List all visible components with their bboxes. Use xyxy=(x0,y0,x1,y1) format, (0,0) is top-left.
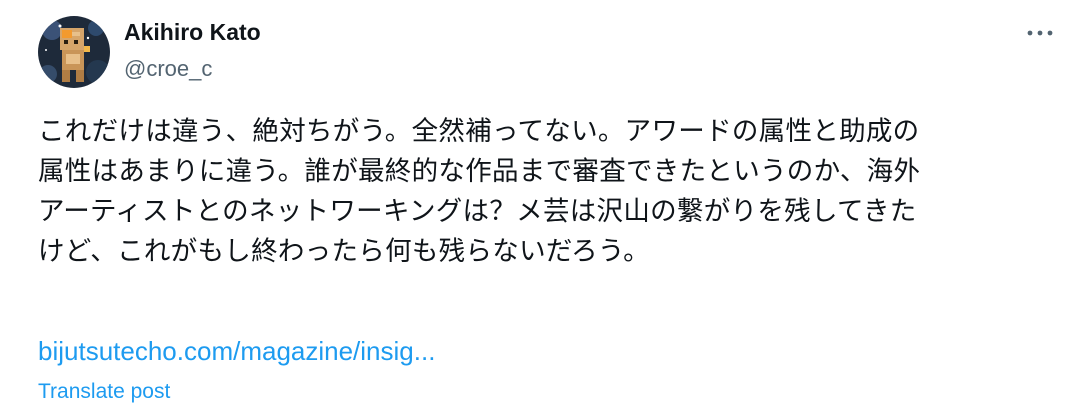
post-text: これだけは違う、絶対ちがう。全然補ってない。アワードの属性と助成の 属性はあまり… xyxy=(38,116,921,267)
author-display-name[interactable]: Akihiro Kato xyxy=(124,17,261,47)
tweet-post: Akihiro Kato @croe_c これだけは違う、絶対ちがう。全然補って… xyxy=(0,0,1074,416)
author-handle[interactable]: @croe_c xyxy=(124,54,212,84)
article-link[interactable]: bijutsutecho.com/magazine/insig... xyxy=(38,331,435,371)
avatar[interactable] xyxy=(38,16,110,88)
more-options-button[interactable] xyxy=(1020,18,1060,48)
more-horizontal-icon xyxy=(1027,30,1053,36)
pixel-character-avatar-icon xyxy=(38,16,110,88)
translate-post-button[interactable]: Translate post xyxy=(38,377,170,407)
